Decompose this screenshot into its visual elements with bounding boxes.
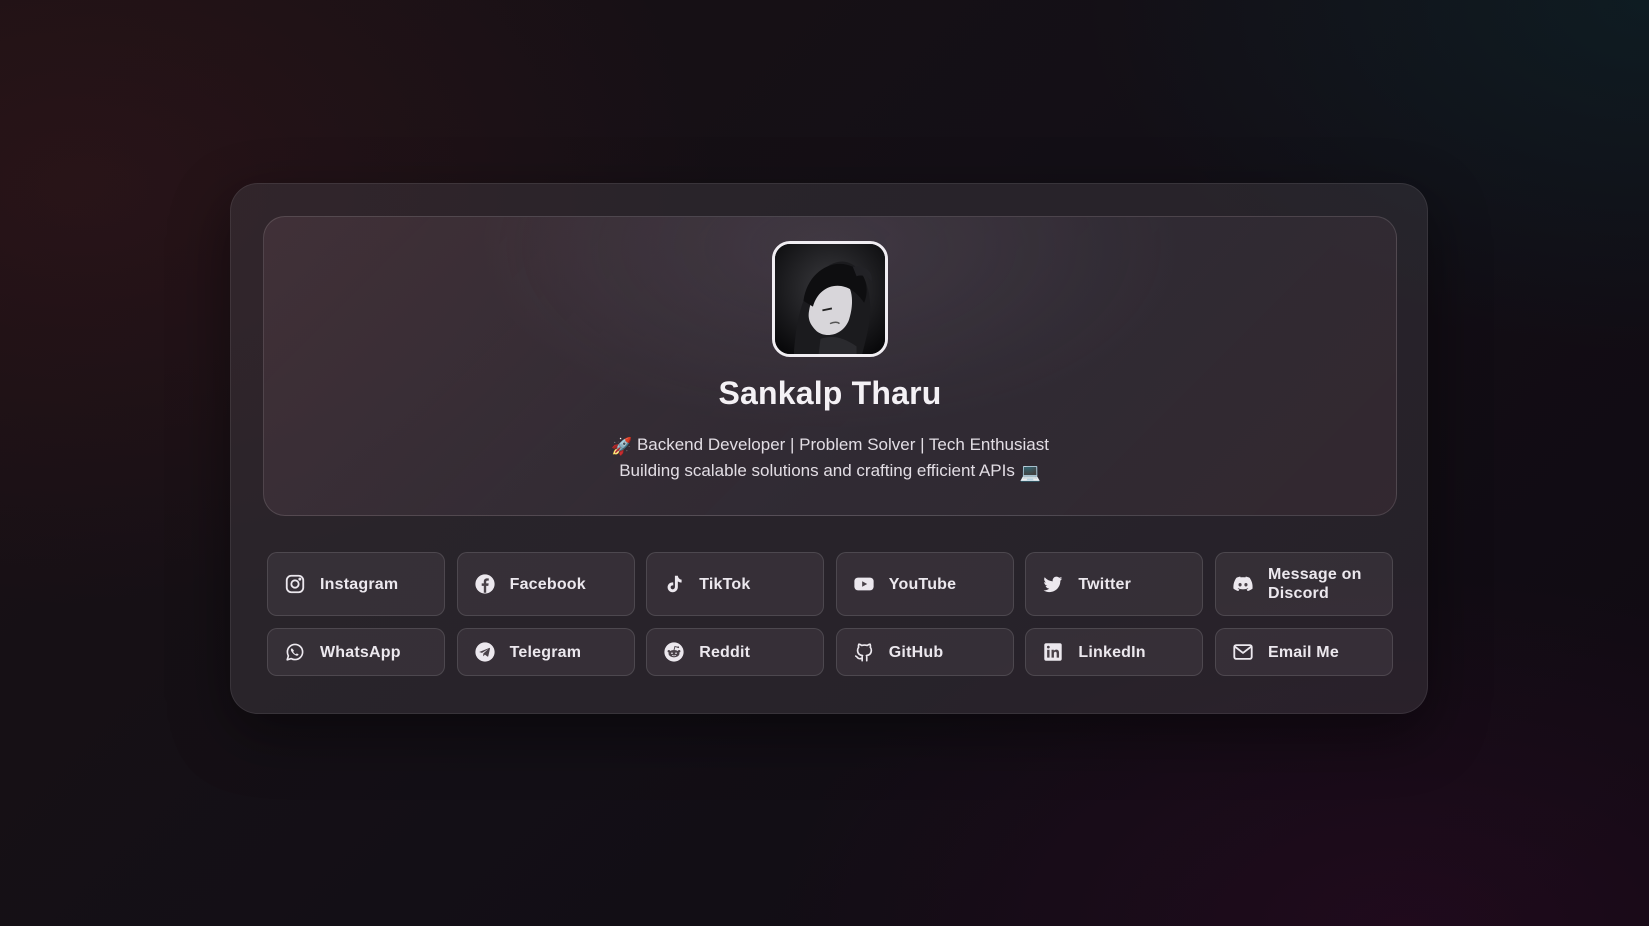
link-label: LinkedIn xyxy=(1078,643,1146,661)
facebook-icon xyxy=(474,573,496,595)
link-label: Facebook xyxy=(509,575,586,593)
link-label: Reddit xyxy=(699,643,751,661)
whatsapp-icon xyxy=(284,641,306,663)
discord-icon xyxy=(1232,573,1254,595)
link-label: Message on Discord xyxy=(1267,566,1362,602)
linkedin-icon xyxy=(1042,641,1064,663)
link-label: Instagram xyxy=(320,575,399,593)
profile-tagline: 🚀 Backend Developer | Problem Solver | T… xyxy=(264,435,1396,457)
reddit-icon xyxy=(663,641,685,663)
profile-header: Sankalp Tharu 🚀 Backend Developer | Prob… xyxy=(263,216,1397,516)
profile-bio: Building scalable solutions and crafting… xyxy=(264,461,1396,483)
reddit-link[interactable]: Reddit xyxy=(646,628,825,676)
email-link[interactable]: Email Me xyxy=(1214,628,1393,676)
tagline-text-2: Building scalable solutions and crafting… xyxy=(619,461,1015,480)
github-link[interactable]: GitHub xyxy=(835,628,1014,676)
laptop-icon: 💻 xyxy=(1019,463,1041,482)
youtube-link[interactable]: YouTube xyxy=(835,552,1014,616)
profile-name: Sankalp Tharu xyxy=(718,375,942,411)
link-label: TikTok xyxy=(699,575,751,593)
tagline-text-1: Backend Developer | Problem Solver | Tec… xyxy=(636,435,1049,454)
telegram-icon xyxy=(474,641,496,663)
avatar-image xyxy=(775,244,885,354)
tiktok-link[interactable]: TikTok xyxy=(646,552,825,616)
tiktok-icon xyxy=(663,573,685,595)
facebook-link[interactable]: Facebook xyxy=(456,552,635,616)
twitter-link[interactable]: Twitter xyxy=(1025,552,1204,616)
avatar xyxy=(772,241,888,357)
twitter-icon xyxy=(1042,573,1064,595)
link-label: YouTube xyxy=(888,575,957,593)
link-label: GitHub xyxy=(888,643,944,661)
link-label: Telegram xyxy=(509,643,582,661)
mail-icon xyxy=(1232,641,1254,663)
linkedin-link[interactable]: LinkedIn xyxy=(1025,628,1204,676)
link-label: Email Me xyxy=(1267,643,1339,661)
rocket-icon: 🚀 xyxy=(611,437,633,456)
social-links: Instagram Facebook TikTok YouTube Twitte… xyxy=(267,552,1393,676)
link-label: WhatsApp xyxy=(320,643,401,661)
link-label: Twitter xyxy=(1078,575,1132,593)
discord-link[interactable]: Message on Discord xyxy=(1214,552,1393,616)
youtube-icon xyxy=(853,573,875,595)
instagram-icon xyxy=(284,573,306,595)
whatsapp-link[interactable]: WhatsApp xyxy=(267,628,445,676)
telegram-link[interactable]: Telegram xyxy=(456,628,635,676)
profile-card: Sankalp Tharu 🚀 Backend Developer | Prob… xyxy=(230,183,1428,714)
instagram-link[interactable]: Instagram xyxy=(267,552,445,616)
github-icon xyxy=(853,641,875,663)
